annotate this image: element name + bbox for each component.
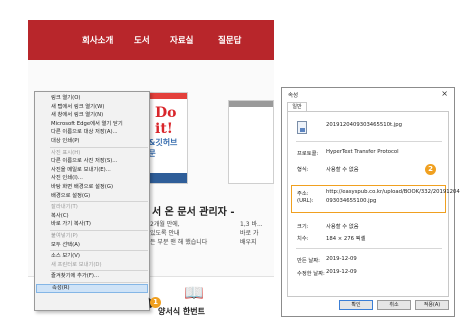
protocol-label: 프로토콜:	[297, 151, 319, 157]
desc-line: 배우지	[240, 239, 257, 246]
properties-dialog: 속성 × 일반 2019120409303465510t.jpg 프로토콜: H…	[281, 87, 460, 317]
type-label: 형식:	[297, 167, 309, 173]
context-menu-item[interactable]: 다른 이름으로 사진 저장(S)...	[36, 157, 148, 166]
context-menu-item[interactable]: 사진 인쇄(I)...	[36, 174, 148, 183]
context-menu-separator	[50, 201, 148, 203]
address-value[interactable]: http://easyspub.co.kr/upload/BOOK/332/20…	[326, 189, 460, 195]
protocol-value: HyperText Transfer Protocol	[326, 149, 399, 155]
general-panel: 2019120409303465510t.jpg 프로토콜: HyperText…	[287, 111, 460, 297]
image-file-icon	[297, 121, 307, 134]
apply-button[interactable]: 적용(A)	[415, 300, 449, 310]
nav-company[interactable]: 회사소개	[82, 34, 113, 46]
nav-qna[interactable]: 질문답	[218, 34, 241, 46]
tab-general[interactable]: 일반	[287, 102, 307, 111]
address-label: 주소:	[297, 191, 309, 197]
book-cover-image-2[interactable]	[228, 100, 274, 184]
size-label: 크기:	[297, 224, 309, 230]
context-menu-item: 잘라내기(T)	[51, 204, 78, 211]
context-menu-item[interactable]: 대상 인쇄(P)	[36, 137, 148, 146]
cover-stripe	[229, 101, 273, 107]
address-value-cont[interactable]: 093034655100.jpg	[326, 198, 376, 204]
dimensions-value: 184 × 276 픽셀	[326, 236, 366, 242]
desc-line: 2개월 만에,	[150, 221, 180, 228]
context-menu-separator	[50, 250, 148, 252]
size-value: 사용할 수 없음	[326, 224, 359, 230]
context-menu-separator	[50, 282, 148, 283]
context-menu-item[interactable]: 링크 열기(O)	[36, 94, 148, 103]
nav-books[interactable]: 도서	[134, 34, 150, 46]
context-menu-item: 새 프린터로 보내기(D)	[51, 261, 102, 268]
context-menu-separator	[50, 270, 148, 272]
context-menu-item[interactable]: 다른 이름으로 대상 저장(A)...	[36, 128, 148, 137]
created-value: 2019-12-09	[326, 256, 357, 262]
context-menu-item[interactable]: 소스 보기(V)	[36, 252, 148, 261]
context-menu-separator	[50, 146, 148, 148]
desc-line: 1,3 바...	[240, 221, 263, 228]
cancel-button[interactable]: 취소	[377, 300, 411, 310]
modified-value: 2019-12-09	[326, 269, 357, 275]
nav-resources[interactable]: 자료실	[170, 34, 193, 46]
desc-line: 든 부분 맨 해 했습니다	[150, 239, 208, 246]
book-title[interactable]: 서 온 문서 관리자 -	[152, 203, 234, 218]
context-menu-item: 붙여넣기(P)	[51, 233, 78, 239]
top-navigation: 회사소개 도서 자료실 질문답	[28, 20, 274, 60]
dialog-title-bar: 속성 ×	[282, 88, 454, 101]
step-badge-2: 2	[425, 164, 436, 175]
context-menu-item[interactable]: 바탕 화면 배경으로 설정(G)	[36, 183, 148, 192]
context-menu-item[interactable]: 바로 가기 복사(T)	[36, 220, 148, 229]
divider	[296, 248, 442, 249]
book-description-2: 1,3 바... 바로 가 배우지	[240, 220, 263, 247]
created-label: 만든 날짜:	[297, 258, 320, 264]
context-menu-item[interactable]: 즐겨찾기에 추가(F)...	[36, 272, 148, 281]
divider	[296, 141, 442, 142]
step-badge-1: 1	[150, 297, 161, 308]
context-menu-item[interactable]: 속성(R)	[36, 284, 148, 293]
book-icon: 📖	[184, 283, 204, 302]
context-menu-item[interactable]: 복사(C)	[36, 212, 148, 221]
dimensions-label: 치수:	[297, 236, 309, 242]
context-menu: 링크 열기(O) 새 탭에서 링크 열기(W) 새 창에서 링크 열기(N) Micr…	[34, 91, 150, 311]
context-menu-item[interactable]: Microsoft Edge에서 열기 닫기	[36, 120, 148, 129]
url-label: (URL):	[297, 198, 314, 204]
context-menu-item: 사진 표시(H)	[51, 149, 81, 156]
context-menu-item[interactable]: 새 창에서 링크 열기(N)	[36, 111, 148, 120]
desc-line: 있도록 안내	[150, 230, 180, 237]
dialog-title: 속성	[288, 93, 299, 99]
file-name: 2019120409303465510t.jpg	[326, 122, 402, 128]
ok-button[interactable]: 확인	[339, 300, 373, 310]
modified-label: 수정한 날짜:	[297, 271, 325, 277]
context-menu-separator	[50, 230, 148, 231]
context-menu-item[interactable]: 배경으로 설정(G)	[36, 192, 148, 201]
bottom-caption[interactable]: 양서식 한번트	[158, 306, 205, 317]
close-icon[interactable]: ×	[441, 89, 448, 98]
book-description: 2개월 만에, 있도록 안내 든 부분 맨 해 했습니다	[150, 220, 207, 247]
desc-line: 바로 가	[240, 230, 259, 237]
context-menu-item[interactable]: 모두 선택(A)	[36, 241, 148, 250]
type-value: 사용할 수 없음	[326, 167, 359, 173]
cover-badge: Do it!	[155, 105, 177, 137]
context-menu-item[interactable]: 새 탭에서 링크 열기(W)	[36, 103, 148, 112]
context-menu-item[interactable]: 사진을 메일로 보내기(E)...	[36, 166, 148, 175]
